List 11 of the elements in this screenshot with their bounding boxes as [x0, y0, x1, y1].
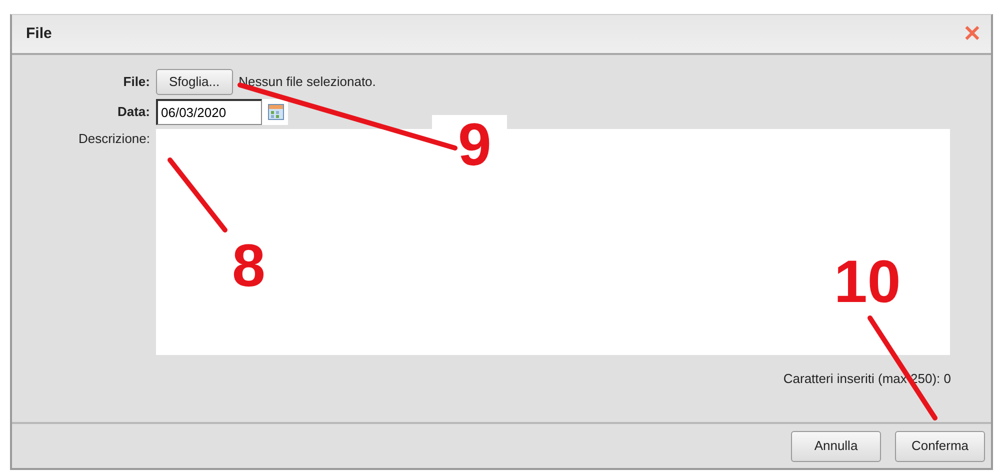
dialog-button[interactable]: Conferma: [895, 430, 985, 462]
annotation-number: 8: [232, 236, 266, 296]
annotation-number: 10: [834, 252, 901, 312]
dialog-button[interactable]: Annulla: [791, 430, 881, 462]
field-label: Data:: [116, 102, 150, 121]
date-field[interactable]: 06/03/2020: [156, 98, 262, 124]
calendar-icon[interactable]: [268, 104, 284, 120]
field-label: File:: [122, 73, 150, 91]
browse-button[interactable]: Sfoglia...: [156, 69, 233, 94]
field-label: Descrizione:: [77, 130, 150, 148]
window-title: File: [26, 24, 52, 44]
